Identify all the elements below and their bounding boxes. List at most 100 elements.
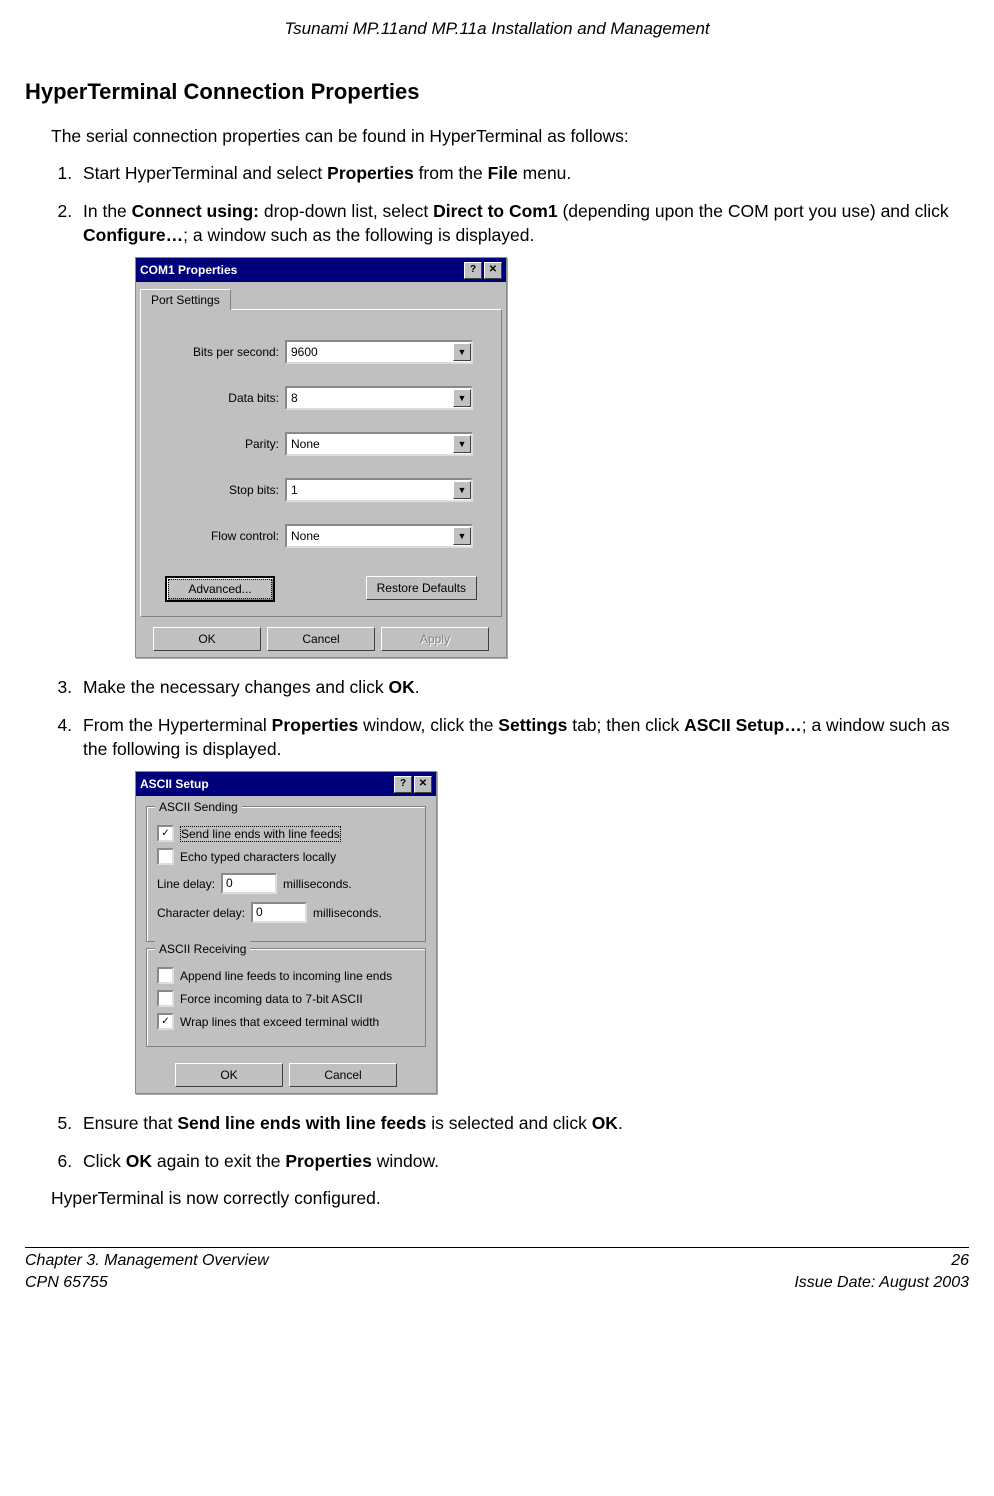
text-bold: Settings xyxy=(498,715,567,735)
text-bold: Properties xyxy=(327,163,414,183)
text: . xyxy=(415,677,420,697)
flow-value: None xyxy=(291,528,320,544)
step-1: Start HyperTerminal and select Propertie… xyxy=(77,162,969,186)
force-checkbox[interactable] xyxy=(157,990,174,1007)
chevron-down-icon[interactable]: ▼ xyxy=(453,343,471,361)
append-checkbox[interactable] xyxy=(157,967,174,984)
step-3: Make the necessary changes and click OK. xyxy=(77,676,969,700)
text: is selected and click xyxy=(426,1113,591,1133)
chevron-down-icon[interactable]: ▼ xyxy=(453,435,471,453)
parity-label: Parity: xyxy=(159,436,285,452)
send-line-ends-checkbox[interactable]: ✓ xyxy=(157,825,174,842)
text: from the xyxy=(414,163,488,183)
text: Make the necessary changes and click xyxy=(83,677,388,697)
help-icon[interactable]: ? xyxy=(464,262,482,279)
restore-defaults-button[interactable]: Restore Defaults xyxy=(366,576,477,600)
close-icon[interactable]: ✕ xyxy=(414,776,432,793)
text-bold: Properties xyxy=(272,715,359,735)
flow-label: Flow control: xyxy=(159,528,285,544)
cancel-button[interactable]: Cancel xyxy=(267,627,375,651)
bps-label: Bits per second: xyxy=(159,344,285,360)
ascii-sending-group: ASCII Sending ✓ Send line ends with line… xyxy=(146,806,426,942)
flow-select[interactable]: None ▼ xyxy=(285,524,473,548)
bps-value: 9600 xyxy=(291,344,318,360)
text-bold: Properties xyxy=(285,1151,372,1171)
dialog-titlebar[interactable]: COM1 Properties ? ✕ xyxy=(136,258,506,282)
step-5: Ensure that Send line ends with line fee… xyxy=(77,1112,969,1136)
footer-cpn: CPN 65755 xyxy=(25,1272,269,1294)
chevron-down-icon[interactable]: ▼ xyxy=(453,527,471,545)
databits-select[interactable]: 8▼ xyxy=(285,386,473,410)
text: Start HyperTerminal and select xyxy=(83,163,327,183)
text-bold: Direct to Com1 xyxy=(433,201,557,221)
step-6: Click OK again to exit the Properties wi… xyxy=(77,1150,969,1174)
line-delay-input[interactable]: 0 xyxy=(221,873,277,894)
ok-button[interactable]: OK xyxy=(153,627,261,651)
group-legend: ASCII Receiving xyxy=(155,941,250,957)
databits-value: 8 xyxy=(291,390,298,406)
text: window, click the xyxy=(358,715,498,735)
cancel-button[interactable]: Cancel xyxy=(289,1063,397,1087)
text: Ensure that xyxy=(83,1113,177,1133)
text: window. xyxy=(372,1151,439,1171)
ascii-receiving-group: ASCII Receiving Append line feeds to inc… xyxy=(146,948,426,1047)
text: In the xyxy=(83,201,132,221)
text-bold: OK xyxy=(592,1113,618,1133)
text-bold: OK xyxy=(388,677,414,697)
footer-chapter: Chapter 3. Management Overview xyxy=(25,1250,269,1272)
text: tab; then click xyxy=(567,715,684,735)
text-bold: Configure… xyxy=(83,225,183,245)
stopbits-select[interactable]: 1▼ xyxy=(285,478,473,502)
running-header: Tsunami MP.11and MP.11a Installation and… xyxy=(25,18,969,41)
tab-panel: Bits per second: 9600▼ Data bits: 8▼ Par… xyxy=(140,309,502,617)
text: Click xyxy=(83,1151,126,1171)
wrap-checkbox[interactable]: ✓ xyxy=(157,1013,174,1030)
send-line-ends-label: Send line ends with line feeds xyxy=(180,826,341,842)
footer-issue-date: Issue Date: August 2003 xyxy=(794,1272,969,1294)
dialog-titlebar[interactable]: ASCII Setup ? ✕ xyxy=(136,772,436,796)
text: menu. xyxy=(518,163,572,183)
text-bold: Connect using: xyxy=(132,201,259,221)
tab-port-settings[interactable]: Port Settings xyxy=(140,289,231,310)
com1-properties-dialog: COM1 Properties ? ✕ Port Settings Bits p… xyxy=(135,257,507,658)
footer-page-number: 26 xyxy=(794,1250,969,1272)
section-heading: HyperTerminal Connection Properties xyxy=(25,77,969,107)
stopbits-value: 1 xyxy=(291,482,298,498)
apply-button: Apply xyxy=(381,627,489,651)
parity-select[interactable]: None ▼ xyxy=(285,432,473,456)
text: From the Hyperterminal xyxy=(83,715,272,735)
close-icon[interactable]: ✕ xyxy=(484,262,502,279)
ascii-setup-dialog: ASCII Setup ? ✕ ASCII Sending ✓ Send lin… xyxy=(135,771,437,1094)
help-icon[interactable]: ? xyxy=(394,776,412,793)
ms-label: milliseconds. xyxy=(313,905,382,921)
append-label: Append line feeds to incoming line ends xyxy=(180,968,392,984)
stopbits-label: Stop bits: xyxy=(159,482,285,498)
parity-value: None xyxy=(291,436,320,452)
step-2: In the Connect using: drop-down list, se… xyxy=(77,200,969,658)
text-bold: Send line ends with line feeds xyxy=(177,1113,426,1133)
text: (depending upon the COM port you use) an… xyxy=(558,201,949,221)
advanced-button[interactable]: Advanced... xyxy=(165,576,275,602)
char-delay-input[interactable]: 0 xyxy=(251,902,307,923)
echo-checkbox[interactable] xyxy=(157,848,174,865)
chevron-down-icon[interactable]: ▼ xyxy=(453,481,471,499)
chevron-down-icon[interactable]: ▼ xyxy=(453,389,471,407)
dialog-title: ASCII Setup xyxy=(140,776,209,792)
line-delay-label: Line delay: xyxy=(157,876,215,892)
text: ; a window such as the following is disp… xyxy=(183,225,534,245)
text: again to exit the xyxy=(152,1151,285,1171)
databits-label: Data bits: xyxy=(159,390,285,406)
char-delay-label: Character delay: xyxy=(157,905,245,921)
footer-divider xyxy=(25,1247,969,1248)
bps-select[interactable]: 9600 ▼ xyxy=(285,340,473,364)
text: . xyxy=(618,1113,623,1133)
text-bold: File xyxy=(488,163,518,183)
dialog-title: COM1 Properties xyxy=(140,262,237,278)
ms-label: milliseconds. xyxy=(283,876,352,892)
intro-paragraph: The serial connection properties can be … xyxy=(51,125,969,149)
force-label: Force incoming data to 7-bit ASCII xyxy=(180,991,363,1007)
ok-button[interactable]: OK xyxy=(175,1063,283,1087)
group-legend: ASCII Sending xyxy=(155,799,242,815)
text-bold: OK xyxy=(126,1151,152,1171)
text: drop-down list, select xyxy=(259,201,433,221)
